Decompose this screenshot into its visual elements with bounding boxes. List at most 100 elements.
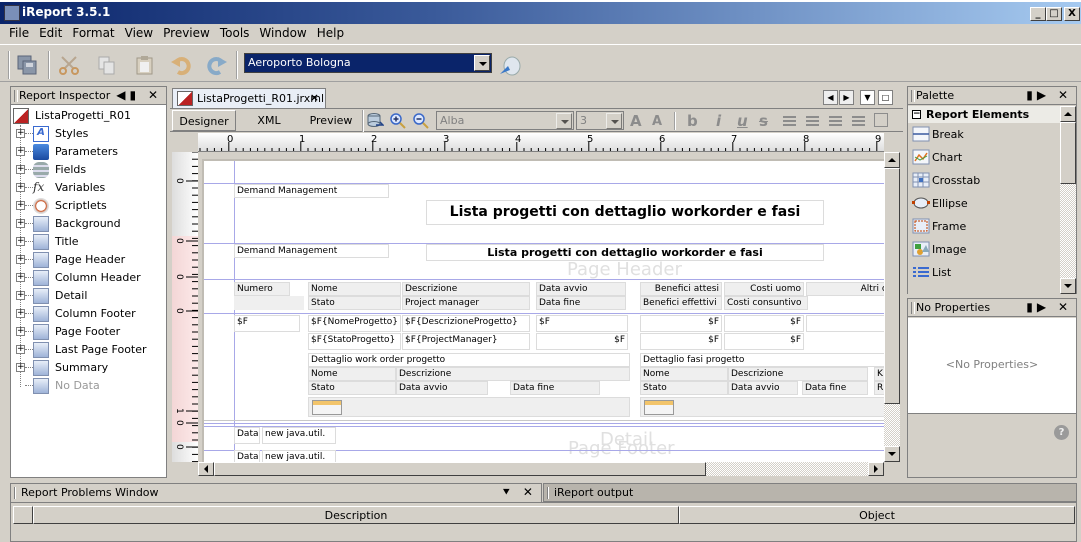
expand-icon[interactable]: + <box>16 219 25 228</box>
decrease-font-icon[interactable]: A <box>652 114 662 129</box>
detail-field[interactable]: $F <box>536 333 628 350</box>
close-button[interactable]: X <box>1064 7 1080 21</box>
page-header-left-text[interactable]: Demand Management <box>234 244 389 258</box>
datasource-select[interactable]: Aeroporto Bologna <box>244 53 492 73</box>
zoom-out-icon[interactable] <box>413 113 429 129</box>
horizontal-scrollbar[interactable] <box>198 462 884 476</box>
vertical-scrollbar[interactable] <box>884 152 900 462</box>
workorder-header-field[interactable]: Nome <box>308 367 396 381</box>
output-tab[interactable]: iReport output <box>543 483 1077 502</box>
subreport-element[interactable] <box>640 397 884 417</box>
expand-icon[interactable]: + <box>16 237 25 246</box>
subreport-element[interactable] <box>308 397 630 417</box>
detail-field[interactable]: $F{StatoProgetto} <box>308 333 401 350</box>
collapse-icon[interactable]: − <box>912 110 921 119</box>
fasi-header-field[interactable]: Data avvio <box>728 381 798 395</box>
panel-controls[interactable]: ⯆ ✕ <box>502 485 537 500</box>
scroll-down-button[interactable] <box>884 446 900 462</box>
column-header-field[interactable]: Descrizione <box>402 282 530 296</box>
detail-field[interactable]: $F <box>724 315 804 332</box>
expand-icon[interactable]: + <box>16 147 25 156</box>
strikethrough-button[interactable]: s <box>759 112 768 130</box>
paste-icon[interactable] <box>134 54 156 76</box>
undo-icon[interactable] <box>170 54 192 76</box>
detail-field[interactable]: $F <box>806 315 884 332</box>
align-top-icon[interactable] <box>874 113 888 127</box>
palette-section-header[interactable]: − Report Elements <box>908 106 1060 123</box>
workorder-header-field[interactable]: Stato <box>308 381 396 395</box>
scroll-down-button[interactable] <box>1060 278 1076 294</box>
fasi-header-field[interactable]: K <box>874 367 884 381</box>
fasi-header-field[interactable]: Stato <box>640 381 728 395</box>
detail-field[interactable]: $F{ProjectManager} <box>402 333 530 350</box>
expand-icon[interactable]: + <box>16 363 25 372</box>
maximize-editor-button[interactable]: □ <box>878 90 893 105</box>
palette-scrollbar[interactable] <box>1060 106 1076 294</box>
font-name-select[interactable]: Alba <box>436 111 574 130</box>
panel-controls[interactable]: ▮▶ ✕ <box>1026 300 1072 314</box>
copy-icon[interactable] <box>96 54 118 76</box>
expand-icon[interactable]: + <box>16 345 25 354</box>
expand-icon[interactable]: + <box>16 165 25 174</box>
last-page-footer-data-label[interactable]: Data: <box>234 450 260 462</box>
page-header-title-text[interactable]: Lista progetti con dettaglio workorder e… <box>426 244 824 261</box>
zoom-in-icon[interactable] <box>390 113 406 129</box>
workorder-header-field[interactable]: Data fine <box>510 381 600 395</box>
italic-button[interactable]: i <box>716 112 721 130</box>
scroll-up-button[interactable] <box>1060 106 1076 122</box>
column-header-field[interactable]: Costi uomo <box>724 282 804 296</box>
font-size-select[interactable]: 3 <box>576 111 624 130</box>
scroll-right-button[interactable] <box>868 462 884 476</box>
connection-icon[interactable] <box>498 54 521 76</box>
minimize-button[interactable]: _ <box>1030 7 1046 21</box>
expand-icon[interactable]: + <box>16 201 25 210</box>
workorder-header-field[interactable]: Data avvio <box>396 381 488 395</box>
expand-icon[interactable]: + <box>16 273 25 282</box>
menu-view[interactable]: View <box>120 24 158 40</box>
fasi-header-field[interactable]: R <box>874 381 884 395</box>
design-canvas[interactable]: Title Page Header Detail Page Footer Las… <box>198 152 884 462</box>
palette-scroll-thumb[interactable] <box>1060 122 1076 184</box>
column-header-field[interactable]: Altri costi <box>806 282 884 296</box>
close-tab-icon[interactable]: × <box>310 91 319 104</box>
redo-icon[interactable] <box>206 54 228 76</box>
menu-window[interactable]: Window <box>254 24 311 40</box>
fasi-header-field[interactable]: Data fine <box>802 381 868 395</box>
column-header-field[interactable]: Nome <box>308 282 401 296</box>
column-header-field[interactable]: Costi consuntivo <box>724 296 808 310</box>
scroll-left-button[interactable] <box>198 462 214 476</box>
column-header-field[interactable]: Data fine <box>536 296 626 310</box>
fasi-subreport-title[interactable]: Dettaglio fasi progetto <box>640 353 884 367</box>
expand-icon[interactable]: + <box>16 291 25 300</box>
page-footer-date-field[interactable]: new java.util. <box>262 427 336 444</box>
panel-controls[interactable]: ▮▶ ✕ <box>1026 88 1072 102</box>
column-header-description[interactable]: Description <box>33 506 679 524</box>
expand-icon[interactable]: + <box>16 327 25 336</box>
maximize-button[interactable]: □ <box>1046 7 1062 21</box>
align-justify-icon[interactable] <box>806 116 819 126</box>
tab-xml[interactable]: XML <box>240 110 298 131</box>
expand-icon[interactable]: + <box>16 255 25 264</box>
expand-icon[interactable]: + <box>16 309 25 318</box>
menu-edit[interactable]: Edit <box>34 24 67 40</box>
column-header-status[interactable] <box>13 506 33 524</box>
menu-file[interactable]: File <box>0 24 34 40</box>
tab-designer[interactable]: Designer <box>172 110 236 131</box>
tab-preview[interactable]: Preview <box>302 110 360 131</box>
detail-field[interactable]: $F <box>536 315 628 332</box>
menu-help[interactable]: Help <box>312 24 349 40</box>
column-header-field[interactable]: Benefici attesi <box>640 282 722 296</box>
fasi-header-field[interactable]: Nome <box>640 367 728 381</box>
tab-list-button[interactable]: ▼ <box>860 90 875 105</box>
document-tab[interactable]: ListaProgetti_R01.jrxml × <box>172 88 326 108</box>
last-page-footer-date-field[interactable]: new java.util. <box>262 450 336 462</box>
expand-icon[interactable]: + <box>16 183 25 192</box>
column-header-field[interactable]: Project manager <box>402 296 530 310</box>
vertical-scroll-thumb[interactable] <box>884 168 900 404</box>
detail-field[interactable]: $F{DescrizioneProgetto} <box>402 315 530 332</box>
scroll-up-button[interactable] <box>884 152 900 168</box>
menu-preview[interactable]: Preview <box>158 24 215 40</box>
detail-field[interactable]: $F <box>640 333 722 350</box>
detail-field[interactable]: $F <box>640 315 722 332</box>
page-footer-data-label[interactable]: Data: <box>234 427 260 444</box>
